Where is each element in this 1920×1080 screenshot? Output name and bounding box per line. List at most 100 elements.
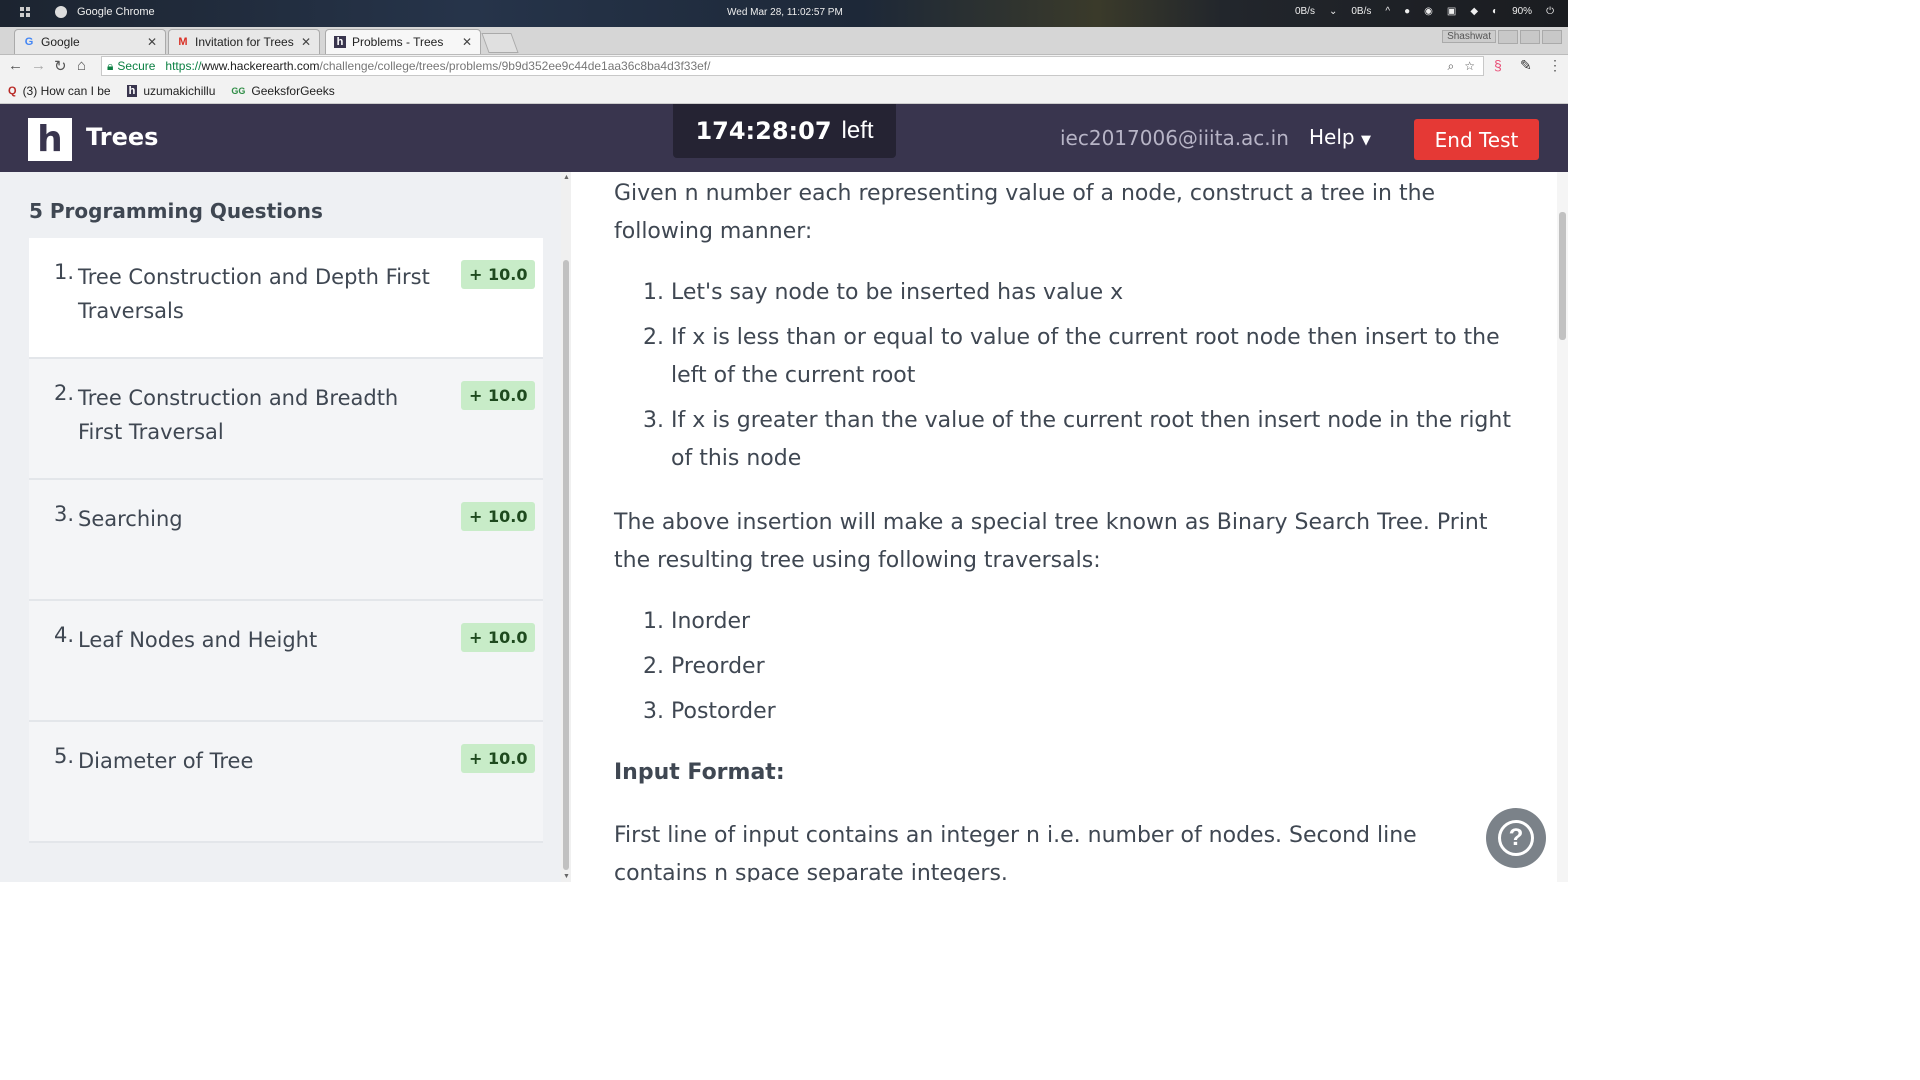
people-icon[interactable]: ● bbox=[1404, 6, 1410, 17]
help-label: Help bbox=[1309, 125, 1355, 149]
hackerearth-icon: h bbox=[126, 84, 138, 97]
maximize-button[interactable] bbox=[1520, 30, 1540, 44]
back-arrow-icon[interactable]: ← bbox=[8, 57, 23, 74]
question-number: 4. bbox=[54, 623, 75, 647]
question-number: 3. bbox=[54, 502, 75, 526]
battery-level[interactable]: 90% bbox=[1512, 6, 1532, 17]
close-tab-icon[interactable]: ✕ bbox=[147, 35, 157, 49]
tab-title: Invitation for Trees t bbox=[195, 35, 295, 49]
questions-heading: 5 Programming Questions bbox=[29, 199, 323, 223]
traversals-list: Inorder Preorder Postorder bbox=[614, 603, 1516, 738]
question-list: 1. Tree Construction and Depth First Tra… bbox=[29, 238, 543, 843]
clipboard-icon[interactable]: ▣ bbox=[1447, 6, 1456, 17]
minimize-button[interactable] bbox=[1498, 30, 1518, 44]
network-icon[interactable]: ◆ bbox=[1470, 6, 1478, 17]
problem-intro: Given n number each representing value o… bbox=[614, 181, 1436, 244]
app-grid-icon[interactable] bbox=[20, 6, 31, 18]
reload-icon[interactable]: ↻ bbox=[54, 57, 67, 75]
timer-suffix: left bbox=[841, 117, 874, 144]
question-number: 2. bbox=[54, 381, 75, 405]
tab-title: Problems - Trees bbox=[352, 35, 444, 49]
question-title: Searching bbox=[78, 507, 183, 531]
zoom-icon[interactable]: ⌕ bbox=[1448, 59, 1455, 74]
question-item[interactable]: 3. Searching + 10.0 bbox=[29, 480, 543, 601]
address-bar-row: ← → ↻ ⌂ 🔒︎ Secure https://www.hackereart… bbox=[0, 55, 1568, 78]
volume-icon[interactable]: ◐ bbox=[1492, 6, 1498, 17]
chrome-menu-icon[interactable]: ⋮ bbox=[1548, 57, 1562, 74]
bookmark-quora[interactable]: Q (3) How can I be bbox=[8, 84, 111, 98]
user-email[interactable]: iec2017006@iiita.ac.in bbox=[1060, 126, 1289, 150]
secure-label: Secure bbox=[117, 59, 156, 73]
power-icon[interactable]: ⏻ bbox=[1546, 6, 1554, 17]
countdown-timer: 174:28:07 left bbox=[673, 104, 896, 158]
question-score-badge: + 10.0 bbox=[461, 744, 536, 773]
new-tab-button[interactable] bbox=[481, 33, 519, 53]
chevron-up-icon[interactable]: ^ bbox=[1385, 6, 1390, 17]
accessibility-icon[interactable]: ◉ bbox=[1424, 6, 1433, 17]
lock-icon: 🔒︎ bbox=[107, 58, 114, 73]
questions-panel: 5 Programming Questions 1. Tree Construc… bbox=[0, 172, 561, 882]
list-item: Let's say node to be inserted has value … bbox=[671, 274, 1516, 312]
bookmark-uzumakichillu[interactable]: h uzumakichillu bbox=[126, 84, 215, 98]
tab-title: Google bbox=[41, 35, 80, 49]
question-item[interactable]: 1. Tree Construction and Depth First Tra… bbox=[29, 238, 543, 359]
scrollbar-thumb[interactable] bbox=[563, 260, 569, 870]
question-title: Tree Construction and Breadth First Trav… bbox=[78, 386, 399, 444]
google-favicon-icon: G bbox=[24, 36, 34, 48]
question-item[interactable]: 4. Leaf Nodes and Height + 10.0 bbox=[29, 601, 543, 722]
questions-scrollbar[interactable]: ▲ ▼ bbox=[561, 172, 571, 882]
os-clock[interactable]: Wed Mar 28, 11:02:57 PM bbox=[727, 7, 843, 18]
bookmark-label: (3) How can I be bbox=[22, 83, 111, 98]
question-number: 5. bbox=[54, 744, 75, 768]
bookmark-star-icon[interactable]: ☆ bbox=[1464, 59, 1475, 74]
help-fab-button[interactable]: ? bbox=[1486, 808, 1546, 868]
tab-google[interactable]: G Google ✕ bbox=[14, 29, 166, 54]
forward-arrow-icon[interactable]: → bbox=[31, 57, 46, 74]
extension-icon[interactable]: § bbox=[1494, 57, 1502, 73]
question-score-badge: + 10.0 bbox=[461, 502, 536, 531]
contest-title: Trees bbox=[86, 123, 159, 151]
scroll-down-icon[interactable]: ▼ bbox=[563, 873, 570, 880]
app-header: h Trees 174:28:07 left iec2017006@iiita.… bbox=[0, 104, 1568, 172]
question-score-badge: + 10.0 bbox=[461, 623, 536, 652]
question-title: Tree Construction and Depth First Traver… bbox=[78, 265, 430, 323]
end-test-button[interactable]: End Test bbox=[1414, 119, 1539, 160]
input-format-heading: Input Format: bbox=[614, 760, 785, 785]
quora-icon: Q bbox=[8, 84, 17, 97]
close-window-button[interactable] bbox=[1542, 30, 1562, 44]
question-item[interactable]: 2. Tree Construction and Breadth First T… bbox=[29, 359, 543, 480]
problem-statement: Given n number each representing value o… bbox=[571, 172, 1557, 882]
chevron-down-icon[interactable]: ⌄ bbox=[1329, 6, 1337, 17]
question-title: Leaf Nodes and Height bbox=[78, 628, 318, 652]
help-dropdown[interactable]: Help ▼ bbox=[1309, 125, 1371, 149]
url-input[interactable]: 🔒︎ Secure https://www.hackerearth.com/ch… bbox=[101, 56, 1484, 76]
tab-gmail-invitation[interactable]: M Invitation for Trees t ✕ bbox=[168, 29, 320, 54]
content-scrollbar[interactable] bbox=[1557, 172, 1568, 882]
question-item[interactable]: 5. Diameter of Tree + 10.0 bbox=[29, 722, 543, 843]
scrollbar-thumb[interactable] bbox=[1559, 212, 1566, 340]
list-item: Preorder bbox=[671, 648, 1516, 686]
hackerearth-favicon-icon: h bbox=[334, 36, 346, 48]
problem-middle-text: The above insertion will make a special … bbox=[614, 510, 1488, 573]
close-tab-icon[interactable]: ✕ bbox=[462, 35, 472, 49]
browser-tab-strip: G Google ✕ M Invitation for Trees t ✕ h … bbox=[0, 27, 1568, 55]
bookmarks-bar: Q (3) How can I be h uzumakichillu GG Ge… bbox=[0, 78, 1568, 104]
timer-value: 174:28:07 bbox=[695, 117, 832, 145]
question-title: Diameter of Tree bbox=[78, 749, 254, 773]
hackerearth-logo[interactable]: h bbox=[28, 118, 72, 161]
os-app-name[interactable]: Google Chrome bbox=[77, 6, 155, 18]
question-number: 1. bbox=[54, 260, 75, 284]
extension-2-icon[interactable]: ✎ bbox=[1520, 57, 1532, 74]
profile-name-badge[interactable]: Shashwat bbox=[1442, 30, 1496, 43]
url-path: /challenge/college/trees/problems/9b9d35… bbox=[319, 59, 711, 73]
geeksforgeeks-icon: GG bbox=[231, 85, 246, 96]
question-mark-icon: ? bbox=[1498, 820, 1534, 856]
tab-problems-trees[interactable]: h Problems - Trees ✕ bbox=[325, 29, 481, 54]
scroll-up-icon[interactable]: ▲ bbox=[563, 174, 570, 181]
list-item: If x is greater than the value of the cu… bbox=[671, 402, 1516, 478]
close-tab-icon[interactable]: ✕ bbox=[301, 35, 311, 49]
bookmark-geeksforgeeks[interactable]: GG GeeksforGeeks bbox=[231, 84, 334, 98]
home-icon[interactable]: ⌂ bbox=[77, 57, 86, 74]
list-item: Inorder bbox=[671, 603, 1516, 641]
question-score-badge: + 10.0 bbox=[461, 260, 536, 289]
